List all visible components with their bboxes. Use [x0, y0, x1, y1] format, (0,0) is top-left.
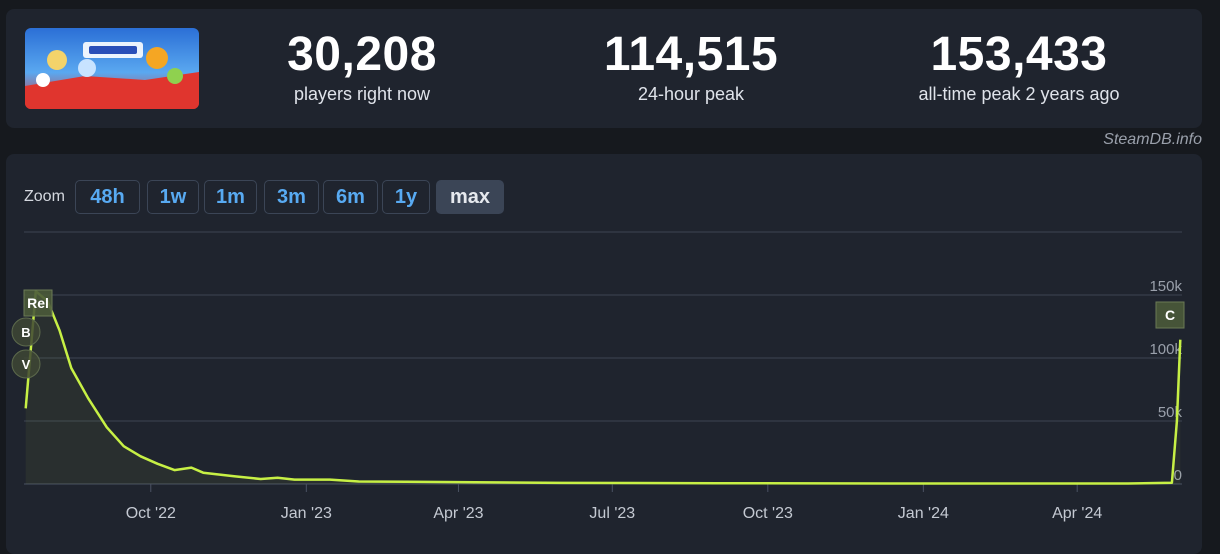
stat-label: all-time peak 2 years ago — [918, 84, 1120, 104]
y-tick-label: 100k — [1149, 341, 1182, 358]
series-line — [24, 289, 1182, 485]
stat-24h-peak: 114,515 24-hour peak — [541, 27, 841, 105]
x-tick-label: Jul '23 — [589, 505, 635, 522]
event-flag-label: C — [1165, 307, 1175, 323]
stat-current-players: 30,208 players right now — [212, 27, 512, 105]
event-flag-label: Rel — [27, 295, 49, 311]
player-count-chart[interactable]: 050k100k150kOct '22 Jan '23 Apr '23 Jul '23… — [6, 154, 1202, 554]
x-tick-label: Oct '22 — [126, 505, 176, 522]
event-marker-label: V — [22, 357, 31, 372]
stat-value: 114,515 — [603, 28, 779, 81]
x-tick-label: Apr '23 — [433, 505, 483, 522]
x-tick-label: Jan '24 — [898, 505, 949, 522]
x-tick-label: Jan '23 — [281, 505, 332, 522]
y-tick-label: 150k — [1149, 278, 1182, 295]
stat-value: 153,433 — [930, 28, 1108, 81]
stat-all-time-peak: 153,433 all-time peak 2 years ago — [869, 27, 1169, 105]
x-tick-label: Apr '24 — [1052, 505, 1102, 522]
game-banner-image[interactable] — [25, 28, 199, 109]
event-marker-label: B — [21, 325, 30, 340]
stat-label: 24-hour peak — [637, 84, 745, 104]
steamdb-credit[interactable]: SteamDB.info — [1103, 131, 1202, 149]
stats-panel: 30,208 players right now 114,515 24-hour… — [6, 9, 1202, 128]
stat-label: players right now — [293, 84, 431, 104]
x-tick-label: Oct '23 — [743, 505, 793, 522]
stat-value: 30,208 — [287, 28, 437, 81]
series-area — [25, 291, 1181, 484]
chart-panel: Zoom 48h 1w 1m 3m 6m 1y max 0 50k 100k 150k… — [6, 154, 1202, 554]
